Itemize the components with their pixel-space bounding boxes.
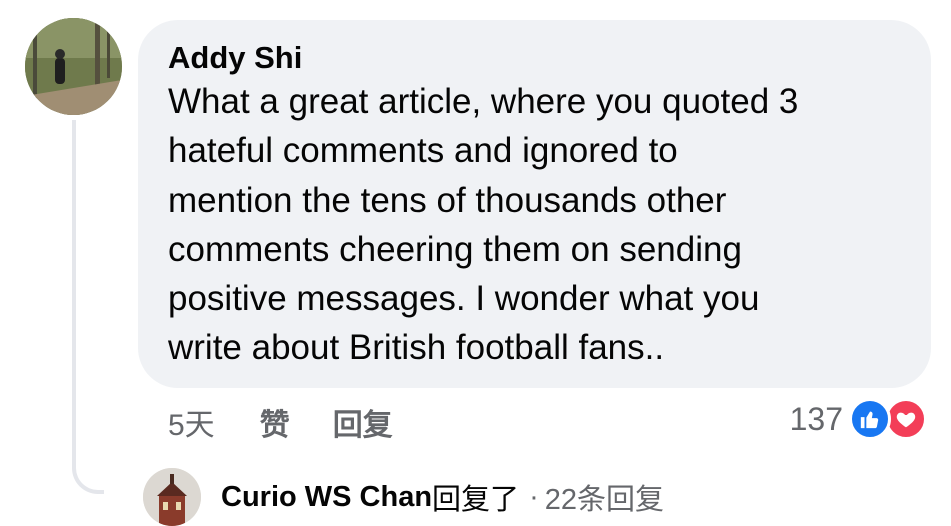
reply-separator: · [529,480,539,513]
comment-actions: 5天 赞 回复 [168,400,393,444]
reply-verb: 回复了 [432,484,520,516]
love-icon [885,398,927,440]
avatar-photo [25,18,122,115]
reply-preview[interactable]: Curio WS Chan 回复了 · 22条回复 [143,468,664,526]
reply-count[interactable]: 22条回复 [545,476,664,518]
comment-author[interactable]: Addy Shi [168,40,901,76]
like-icon [849,398,891,440]
reply-button[interactable]: 回复 [333,400,393,444]
comment-line: comments cheering them on sending [168,229,742,269]
comment-timestamp[interactable]: 5天 [168,400,215,444]
comment-text: What a great article, where you quoted 3… [168,77,901,373]
comment-line: What a great article, where you quoted 3 [168,82,799,121]
reactions-summary[interactable]: 137 [790,398,929,440]
reaction-count: 137 [789,400,843,437]
avatar[interactable] [25,18,122,115]
comment-line: write about British football fans.. [168,328,665,368]
reply-avatar[interactable] [143,468,201,526]
comment-line: hateful comments and ignored to [168,131,678,171]
comment-bubble: Addy Shi What a great article, where you… [138,20,931,388]
thread-connector-line [72,120,104,494]
comment-line: positive messages. I wonder what you [168,279,760,319]
reply-avatar-photo [143,468,201,526]
reaction-icons [849,398,929,440]
reply-author-name[interactable]: Curio WS Chan [221,481,432,514]
comment-line: mention the tens of thousands other [168,180,727,220]
like-button[interactable]: 赞 [260,400,290,444]
